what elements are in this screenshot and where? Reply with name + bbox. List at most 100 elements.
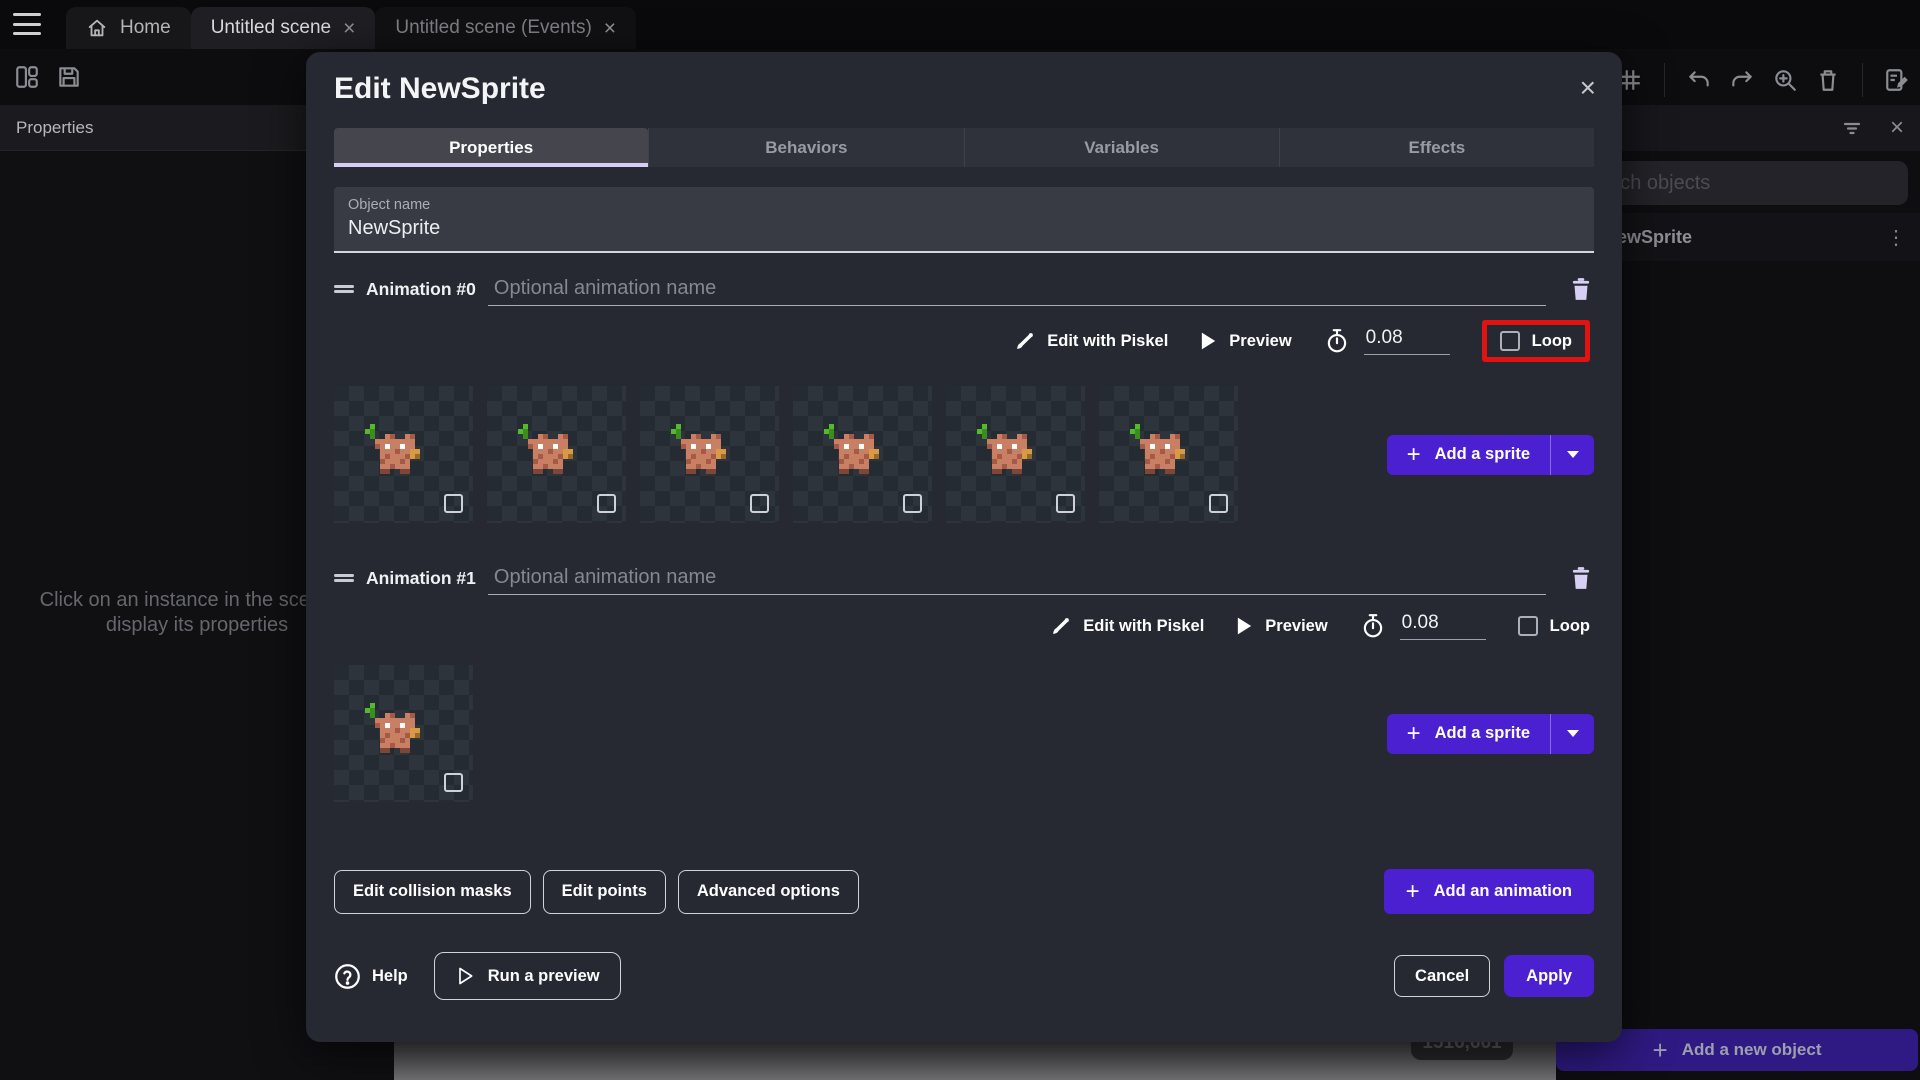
help-icon: [335, 963, 360, 989]
add-sprite-dropdown[interactable]: [1550, 713, 1594, 754]
help-button[interactable]: Help: [334, 963, 408, 990]
sprite-frame[interactable]: [334, 386, 473, 523]
close-tab-icon[interactable]: ×: [343, 18, 355, 39]
add-sprite-button[interactable]: + Add a sprite: [1386, 713, 1594, 754]
tab-properties[interactable]: Properties: [334, 128, 649, 167]
animation-1-controls: Edit with Piskel Preview Loop: [334, 601, 1594, 651]
plus-icon: +: [1405, 877, 1420, 905]
time-between-frames: [1324, 327, 1450, 355]
animation-name-input[interactable]: [487, 272, 1546, 305]
frame-checkbox[interactable]: [903, 494, 922, 513]
drag-handle-icon[interactable]: [334, 283, 354, 296]
drag-handle-icon[interactable]: [334, 572, 354, 585]
save-icon[interactable]: [56, 64, 82, 90]
close-panel-icon[interactable]: ×: [1890, 114, 1904, 142]
filter-list-icon[interactable]: [1840, 116, 1864, 140]
undo-icon[interactable]: [1686, 67, 1712, 93]
sprite-frame[interactable]: [334, 665, 473, 802]
add-sprite-dropdown[interactable]: [1550, 434, 1594, 475]
loop-option: Loop: [1517, 616, 1590, 636]
hamburger-menu-icon[interactable]: [13, 13, 41, 35]
animation-1-header: Animation #1: [334, 559, 1594, 597]
edit-collision-masks-button[interactable]: Edit collision masks: [334, 869, 531, 914]
object-name-field-value: NewSprite: [348, 217, 441, 239]
tab-label: Home: [120, 17, 171, 38]
time-between-frames-input[interactable]: [1399, 612, 1486, 639]
timer-icon: [1327, 329, 1346, 353]
animation-0-frames: + Add a sprite: [334, 386, 1594, 523]
advanced-options-button[interactable]: Advanced options: [677, 869, 859, 914]
preview-button[interactable]: Preview: [1200, 331, 1292, 351]
delete-icon[interactable]: [1815, 67, 1841, 93]
tab-untitled-scene-events[interactable]: Untitled scene (Events) ×: [375, 7, 637, 49]
dialog-title: Edit NewSprite: [334, 72, 546, 105]
dialog-actions-row: Edit collision masks Edit points Advance…: [334, 869, 1594, 914]
home-icon: [88, 19, 106, 37]
sprite-frame[interactable]: [1099, 386, 1238, 523]
time-between-frames-field[interactable]: [1399, 612, 1486, 640]
object-name-field-label: Object name: [348, 197, 431, 213]
pig-sprite: [824, 424, 879, 474]
edit-sprite-dialog: Edit NewSprite × Properties Behaviors Va…: [306, 52, 1622, 1042]
frame-checkbox[interactable]: [444, 494, 463, 513]
plus-icon: +: [1652, 1034, 1668, 1065]
pig-sprite: [518, 424, 573, 474]
run-preview-button[interactable]: Run a preview: [433, 952, 621, 1000]
time-between-frames-field[interactable]: [1363, 327, 1450, 355]
animation-name-field[interactable]: [487, 272, 1546, 306]
edit-with-piskel-button[interactable]: Edit with Piskel: [1015, 331, 1168, 351]
frame-checkbox[interactable]: [597, 494, 616, 513]
tab-untitled-scene[interactable]: Untitled scene ×: [190, 7, 376, 49]
play-icon: [1238, 617, 1252, 635]
sprite-frame[interactable]: [487, 386, 626, 523]
apply-button[interactable]: Apply: [1504, 955, 1594, 997]
delete-animation-icon[interactable]: [1568, 565, 1594, 591]
animation-1-frames: + Add a sprite: [334, 665, 1594, 802]
zoom-in-icon[interactable]: [1772, 67, 1798, 93]
edit-points-button[interactable]: Edit points: [542, 869, 666, 914]
brush-icon: [1017, 333, 1034, 349]
loop-label: Loop: [1531, 331, 1572, 350]
frame-checkbox[interactable]: [1056, 494, 1075, 513]
frame-checkbox[interactable]: [444, 773, 463, 792]
time-between-frames-input[interactable]: [1363, 327, 1450, 354]
preview-button[interactable]: Preview: [1236, 616, 1328, 636]
sprite-frame[interactable]: [640, 386, 779, 523]
sprite-frame[interactable]: [946, 386, 1085, 523]
dialog-footer: Help Run a preview Cancel Apply: [334, 952, 1594, 1000]
animation-0-controls: Edit with Piskel Preview Loop: [334, 316, 1594, 366]
redo-icon[interactable]: [1729, 67, 1755, 93]
add-animation-button[interactable]: + Add an animation: [1383, 869, 1594, 914]
tab-behaviors[interactable]: Behaviors: [648, 128, 964, 167]
edit-scene-events-icon[interactable]: [1884, 67, 1910, 93]
chevron-down-icon: [1566, 730, 1579, 737]
close-dialog-icon[interactable]: ×: [1580, 74, 1596, 102]
animation-name-field[interactable]: [487, 561, 1546, 595]
tab-home[interactable]: Home: [66, 7, 191, 49]
object-menu-icon[interactable]: ⋮: [1886, 225, 1906, 250]
chevron-down-icon: [1566, 451, 1579, 458]
close-tab-icon[interactable]: ×: [604, 18, 616, 39]
tab-label: Untitled scene (Events): [395, 17, 592, 38]
frame-checkbox[interactable]: [750, 494, 769, 513]
plus-icon: +: [1406, 719, 1421, 747]
loop-checkbox[interactable]: [1517, 616, 1538, 636]
pig-sprite: [977, 424, 1032, 474]
cancel-button[interactable]: Cancel: [1394, 955, 1491, 997]
delete-animation-icon[interactable]: [1568, 276, 1594, 302]
top-tab-bar: Home Untitled scene × Untitled scene (Ev…: [0, 0, 1920, 49]
play-icon: [1202, 332, 1216, 350]
add-sprite-button[interactable]: + Add a sprite: [1386, 434, 1594, 475]
tab-effects[interactable]: Effects: [1278, 128, 1594, 167]
loop-checkbox[interactable]: [1499, 331, 1520, 351]
time-between-frames: [1360, 612, 1486, 640]
edit-with-piskel-button[interactable]: Edit with Piskel: [1051, 616, 1204, 636]
animation-name-input[interactable]: [487, 561, 1546, 594]
object-name-field[interactable]: Object name NewSprite: [334, 187, 1594, 253]
brush-icon: [1053, 618, 1070, 634]
sprite-frame[interactable]: [793, 386, 932, 523]
frame-checkbox[interactable]: [1209, 494, 1228, 513]
panels-layout-icon[interactable]: [14, 64, 40, 90]
tab-variables[interactable]: Variables: [963, 128, 1279, 167]
animation-0-header: Animation #0: [334, 270, 1594, 308]
